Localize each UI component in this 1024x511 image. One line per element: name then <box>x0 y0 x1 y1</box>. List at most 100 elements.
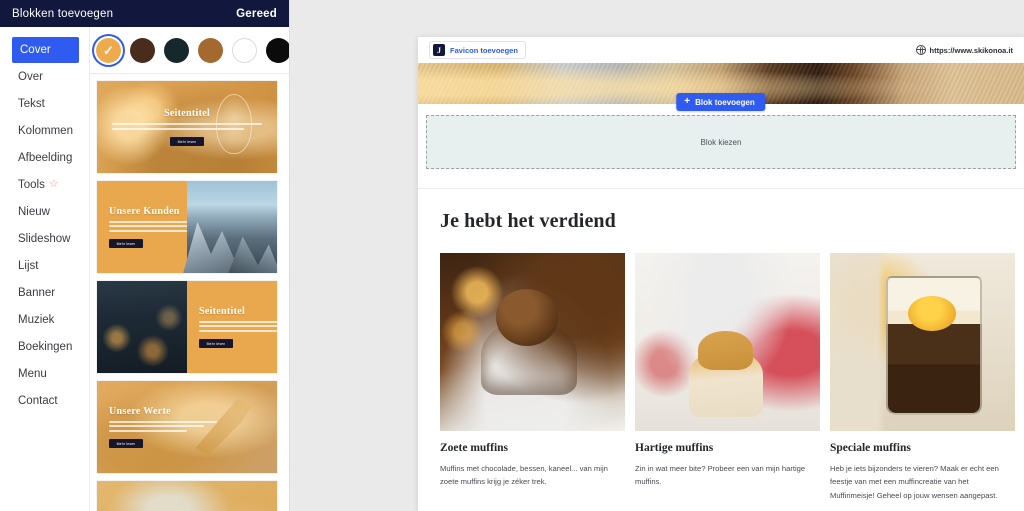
template-thumb-3-panel: Seitentitel Mehr lesen <box>187 281 277 373</box>
card-speciale-muffins[interactable]: Speciale muffins Heb je iets bijzonders … <box>830 253 1015 502</box>
template-thumb-4-title: Unsere Werte <box>109 405 171 417</box>
swatch-wrap-dark-brown <box>130 35 155 65</box>
panel-title: Blokken toevoegen <box>12 7 114 20</box>
page-heading: Je hebt het verdiend <box>440 210 616 232</box>
menu-item-label: Menu <box>18 367 47 380</box>
placeholder-lines <box>112 123 262 132</box>
card-title: Zoete muffins <box>440 442 509 454</box>
color-swatch-dark-brown[interactable] <box>130 37 155 63</box>
jar-muffin-photo <box>830 253 1015 431</box>
swatch-wrap-brown <box>198 35 223 65</box>
menu-item-boekingen[interactable]: Boekingen <box>0 333 89 360</box>
done-button[interactable]: Gereed <box>236 8 277 20</box>
template-thumb-5[interactable] <box>97 481 277 511</box>
block-picker-panel: Blokken toevoegen Gereed Cover Over Teks… <box>0 0 290 511</box>
favicon-icon: J <box>433 44 445 56</box>
menu-item-lijst[interactable]: Lijst <box>0 252 89 279</box>
check-icon: ✓ <box>103 42 114 58</box>
template-thumb-1-button: Mehr lesen <box>170 137 204 146</box>
add-favicon-label: Favicon toevoegen <box>450 45 518 55</box>
color-swatch-brown[interactable] <box>198 37 223 63</box>
menu-item-label: Slideshow <box>18 232 71 245</box>
template-thumb-3-title: Seitentitel <box>199 305 246 317</box>
add-block-button[interactable]: + Blok toevoegen <box>676 93 766 111</box>
template-thumb-2-panel: Unsere Kunden Mehr lesen <box>97 181 217 273</box>
menu-item-label: Boekingen <box>18 340 73 353</box>
template-thumb-2[interactable]: Unsere Kunden Mehr lesen <box>97 181 277 273</box>
menu-item-contact[interactable]: Contact <box>0 387 89 414</box>
card-image <box>830 253 1015 431</box>
card-title: Speciale muffins <box>830 442 911 454</box>
menu-item-over[interactable]: Over <box>0 63 89 90</box>
card-grid: Zoete muffins Muffins met chocolade, bes… <box>440 253 1015 502</box>
menu-item-label: Tools <box>18 178 45 191</box>
menu-item-menu[interactable]: Menu <box>0 360 89 387</box>
swatch-wrap-white <box>232 35 257 65</box>
page-content: Je hebt het verdiend Zoete muffins Muffi… <box>418 189 1024 502</box>
template-thumb-1-title: Seitentitel <box>163 108 211 119</box>
template-thumb-3-button: Mehr lesen <box>199 339 233 349</box>
template-thumb-4-button: Mehr lesen <box>109 439 143 449</box>
add-block-label: Blok toevoegen <box>695 97 755 107</box>
preview-topbar: J Favicon toevoegen https://www.skikonoa… <box>418 37 1024 63</box>
color-swatch-dark-teal[interactable] <box>164 37 189 63</box>
color-swatch-black[interactable] <box>266 37 289 63</box>
site-url: https://www.skikonoa.it <box>929 45 1013 55</box>
template-thumb-5-image <box>97 481 277 511</box>
panel-body: Cover Over Tekst Kolommen Afbeelding Too… <box>0 27 289 511</box>
template-thumb-3-image <box>97 281 187 373</box>
card-title: Hartige muffins <box>635 442 714 454</box>
card-text: Zin in wat meer bite? Probeer een van mi… <box>635 464 806 487</box>
savory-muffin-photo <box>635 253 820 431</box>
plus-icon: + <box>684 96 691 107</box>
menu-item-nieuw[interactable]: Nieuw <box>0 198 89 225</box>
color-swatch-amber[interactable]: ✓ <box>96 37 121 63</box>
menu-item-label: Nieuw <box>18 205 50 218</box>
template-thumb-2-button: Mehr lesen <box>109 239 143 249</box>
card-text: Heb je iets bijzonders te vieren? Maak e… <box>830 464 999 500</box>
template-thumb-3[interactable]: Seitentitel Mehr lesen <box>97 281 277 373</box>
menu-item-cover[interactable]: Cover <box>12 37 79 63</box>
color-swatch-white[interactable] <box>232 37 257 63</box>
swatch-wrap-black <box>266 35 289 65</box>
menu-item-label: Afbeelding <box>18 151 73 164</box>
menu-item-banner[interactable]: Banner <box>0 279 89 306</box>
menu-item-tools[interactable]: Tools ☆ <box>0 171 89 198</box>
card-text: Muffins met chocolade, bessen, kaneel...… <box>440 464 608 487</box>
template-thumb-2-image <box>187 181 277 273</box>
menu-item-afbeelding[interactable]: Afbeelding <box>0 144 89 171</box>
color-swatch-row: ✓ <box>90 27 289 74</box>
placeholder-lines <box>199 320 277 335</box>
card-image <box>635 253 820 431</box>
category-menu: Cover Over Tekst Kolommen Afbeelding Too… <box>0 27 90 511</box>
card-zoete-muffins[interactable]: Zoete muffins Muffins met chocolade, bes… <box>440 253 625 502</box>
menu-item-label: Contact <box>18 394 58 407</box>
add-favicon-button[interactable]: J Favicon toevoegen <box>429 41 526 59</box>
template-thumbnails: Seitentitel Mehr lesen Unsere Kunden Meh… <box>90 74 289 511</box>
template-thumb-1-image: Seitentitel Mehr lesen <box>97 81 277 173</box>
template-thumb-1[interactable]: Seitentitel Mehr lesen <box>97 81 277 173</box>
template-thumb-4-image: Unsere Werte Mehr lesen <box>97 381 277 473</box>
menu-item-label: Tekst <box>18 97 45 110</box>
template-column: ✓ Seitentitel Mehr lesen Unsere Kunden M… <box>90 27 289 511</box>
block-dropzone[interactable]: Blok kiezen <box>426 115 1016 169</box>
block-dropzone-label: Blok kiezen <box>700 137 742 147</box>
template-thumb-4[interactable]: Unsere Werte Mehr lesen <box>97 381 277 473</box>
menu-item-slideshow[interactable]: Slideshow <box>0 225 89 252</box>
site-preview: J Favicon toevoegen https://www.skikonoa… <box>418 37 1024 511</box>
swatch-wrap-dark-teal <box>164 35 189 65</box>
menu-item-label: Lijst <box>18 259 39 272</box>
menu-item-muziek[interactable]: Muziek <box>0 306 89 333</box>
star-icon: ☆ <box>48 178 59 190</box>
card-image <box>440 253 625 431</box>
site-url-area[interactable]: https://www.skikonoa.it <box>915 45 1013 56</box>
menu-item-kolommen[interactable]: Kolommen <box>0 117 89 144</box>
template-thumb-2-title: Unsere Kunden <box>109 205 180 217</box>
card-hartige-muffins[interactable]: Hartige muffins Zin in wat meer bite? Pr… <box>635 253 820 502</box>
menu-item-tekst[interactable]: Tekst <box>0 90 89 117</box>
menu-item-label: Banner <box>18 286 56 299</box>
app-root: Blokken toevoegen Gereed Cover Over Teks… <box>0 0 1024 511</box>
chocolate-muffin-photo <box>440 253 625 431</box>
placeholder-lines <box>109 420 217 435</box>
menu-item-label: Kolommen <box>18 124 73 137</box>
